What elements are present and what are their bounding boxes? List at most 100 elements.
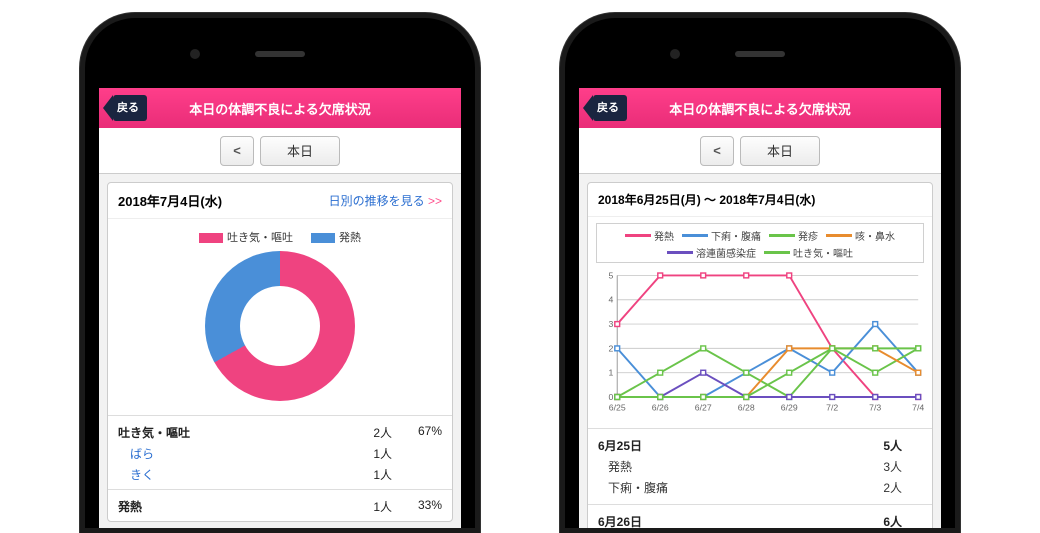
summary-card: 2018年7月4日(水) 日別の推移を見る >> 吐き気・嘔吐 発熱 <box>107 182 453 522</box>
daily-group: 6月25日 5人 発熱 3人 下痢・腹痛 2人 <box>588 428 932 504</box>
daily-count: 3人 <box>872 458 922 475</box>
line-chart: 0123456/256/266/276/286/297/27/37/4 <box>596 267 924 417</box>
symptom-label: 吐き気・嘔吐 <box>118 424 342 441</box>
legend-label: 吐き気・嘔吐 <box>793 245 853 260</box>
class-link[interactable]: ばら <box>118 445 342 462</box>
page-title: 本日の体調不良による欠席状況 <box>99 99 461 118</box>
legend-label: 発熱 <box>339 232 361 244</box>
today-button[interactable]: 本日 <box>260 136 340 166</box>
trend-link[interactable]: 日別の推移を見る >> <box>329 192 442 209</box>
content-area: 2018年6月25日(月) ～ 2018年7月4日(水) 発熱下痢・腹痛発疹咳・… <box>579 174 941 528</box>
screen-right: 戻る 本日の体調不良による欠席状況 < 本日 2018年6月25日(月) ～ 2… <box>579 88 941 528</box>
legend-swatch-icon <box>769 234 795 237</box>
legend-swatch-icon <box>682 234 708 237</box>
header-bar: 戻る 本日の体調不良による欠席状況 <box>99 88 461 128</box>
spacer <box>392 466 442 483</box>
legend-item: 吐き気・嘔吐 <box>764 245 853 260</box>
stat-subrow: ばら 1人 <box>118 443 442 464</box>
daily-row: 下痢・腹痛 2人 <box>598 477 922 498</box>
stat-group: 発熱 1人 33% <box>108 489 452 521</box>
back-button[interactable]: 戻る <box>593 95 627 121</box>
svg-text:6/29: 6/29 <box>781 402 798 412</box>
line-chart-legend: 発熱 下痢・腹痛 発疹 咳・鼻水溶連菌感染症 吐き気・嘔吐 <box>596 223 924 263</box>
svg-text:1: 1 <box>609 368 614 378</box>
svg-text:7/3: 7/3 <box>869 402 881 412</box>
spacer <box>392 445 442 462</box>
svg-text:6/28: 6/28 <box>738 402 755 412</box>
symptom-count: 1人 <box>342 498 392 515</box>
daily-date: 6月25日 <box>598 437 852 454</box>
legend-label: 発疹 <box>798 228 818 243</box>
svg-text:2: 2 <box>609 343 614 353</box>
stat-row: 発熱 1人 33% <box>118 496 442 517</box>
line-chart-area: 0123456/256/266/276/286/297/27/37/4 <box>588 267 932 428</box>
legend-swatch-icon <box>764 251 790 254</box>
phone-inner: 戻る 本日の体調不良による欠席状況 < 本日 2018年6月25日(月) ～ 2… <box>565 18 955 528</box>
svg-text:6/26: 6/26 <box>652 402 669 412</box>
date-toolbar: < 本日 <box>579 128 941 174</box>
legend-label: 溶連菌感染症 <box>696 245 756 260</box>
daily-symptom: 下痢・腹痛 <box>598 479 872 496</box>
daily-date: 6月26日 <box>598 513 852 528</box>
symptom-count: 2人 <box>342 424 392 441</box>
legend-swatch-icon <box>826 234 852 237</box>
legend-label: 吐き気・嘔吐 <box>227 232 293 244</box>
legend-item: 吐き気・嘔吐 <box>199 229 293 245</box>
symptom-pct: 33% <box>392 498 442 515</box>
content-area: 2018年7月4日(水) 日別の推移を見る >> 吐き気・嘔吐 発熱 <box>99 174 461 528</box>
legend-item: 発熱 <box>625 228 674 243</box>
prev-range-button[interactable]: < <box>700 136 734 166</box>
selected-date: 2018年7月4日(水) <box>118 191 222 210</box>
daily-symptom: 発熱 <box>598 458 872 475</box>
daily-count: 2人 <box>872 479 922 496</box>
daily-total: 5人 <box>852 437 922 454</box>
svg-text:5: 5 <box>609 270 614 280</box>
daily-head: 6月26日 6人 <box>598 511 922 528</box>
donut-chart-area: 吐き気・嘔吐 発熱 <box>108 219 452 415</box>
today-button[interactable]: 本日 <box>740 136 820 166</box>
donut-chart <box>205 251 355 401</box>
donut-legend: 吐き気・嘔吐 発熱 <box>108 229 452 245</box>
card-header: 2018年7月4日(水) 日別の推移を見る >> <box>108 183 452 219</box>
phone-camera <box>190 49 200 59</box>
class-count: 1人 <box>342 466 392 483</box>
daily-total: 6人 <box>852 513 922 528</box>
legend-item: 咳・鼻水 <box>826 228 895 243</box>
legend-label: 咳・鼻水 <box>855 228 895 243</box>
daily-row: 発熱 3人 <box>598 456 922 477</box>
legend-item: 下痢・腹痛 <box>682 228 761 243</box>
class-link[interactable]: きく <box>118 466 342 483</box>
back-button[interactable]: 戻る <box>113 95 147 121</box>
stat-group: 吐き気・嘔吐 2人 67% ばら 1人 きく 1人 <box>108 415 452 489</box>
legend-swatch-icon <box>311 233 335 243</box>
trend-card: 2018年6月25日(月) ～ 2018年7月4日(水) 発熱下痢・腹痛発疹咳・… <box>587 182 933 528</box>
svg-text:7/4: 7/4 <box>912 402 924 412</box>
svg-text:4: 4 <box>609 295 614 305</box>
chevron-left-icon: < <box>713 143 721 158</box>
prev-day-button[interactable]: < <box>220 136 254 166</box>
trend-link-text: 日別の推移を見る <box>329 194 425 208</box>
phone-frame-right: 戻る 本日の体調不良による欠席状況 < 本日 2018年6月25日(月) ～ 2… <box>560 13 960 533</box>
legend-swatch-icon <box>667 251 693 254</box>
chevron-left-icon: < <box>233 143 241 158</box>
daily-group: 6月26日 6人 <box>588 504 932 528</box>
phone-camera <box>670 49 680 59</box>
phone-inner: 戻る 本日の体調不良による欠席状況 < 本日 2018年7月4日(水) 日別の推… <box>85 18 475 528</box>
legend-swatch-icon <box>625 234 651 237</box>
card-header: 2018年6月25日(月) ～ 2018年7月4日(水) <box>588 183 932 217</box>
svg-text:7/2: 7/2 <box>826 402 838 412</box>
stat-subrow: きく 1人 <box>118 464 442 485</box>
legend-item: 発疹 <box>769 228 818 243</box>
phone-speaker <box>735 51 785 57</box>
legend-swatch-icon <box>199 233 223 243</box>
date-toolbar: < 本日 <box>99 128 461 174</box>
svg-text:3: 3 <box>609 319 614 329</box>
stat-row: 吐き気・嘔吐 2人 67% <box>118 422 442 443</box>
svg-text:6/25: 6/25 <box>609 402 626 412</box>
page-title: 本日の体調不良による欠席状況 <box>579 99 941 118</box>
svg-text:0: 0 <box>609 392 614 402</box>
class-count: 1人 <box>342 445 392 462</box>
legend-label: 下痢・腹痛 <box>711 228 761 243</box>
daily-head: 6月25日 5人 <box>598 435 922 456</box>
phone-frame-left: 戻る 本日の体調不良による欠席状況 < 本日 2018年7月4日(水) 日別の推… <box>80 13 480 533</box>
